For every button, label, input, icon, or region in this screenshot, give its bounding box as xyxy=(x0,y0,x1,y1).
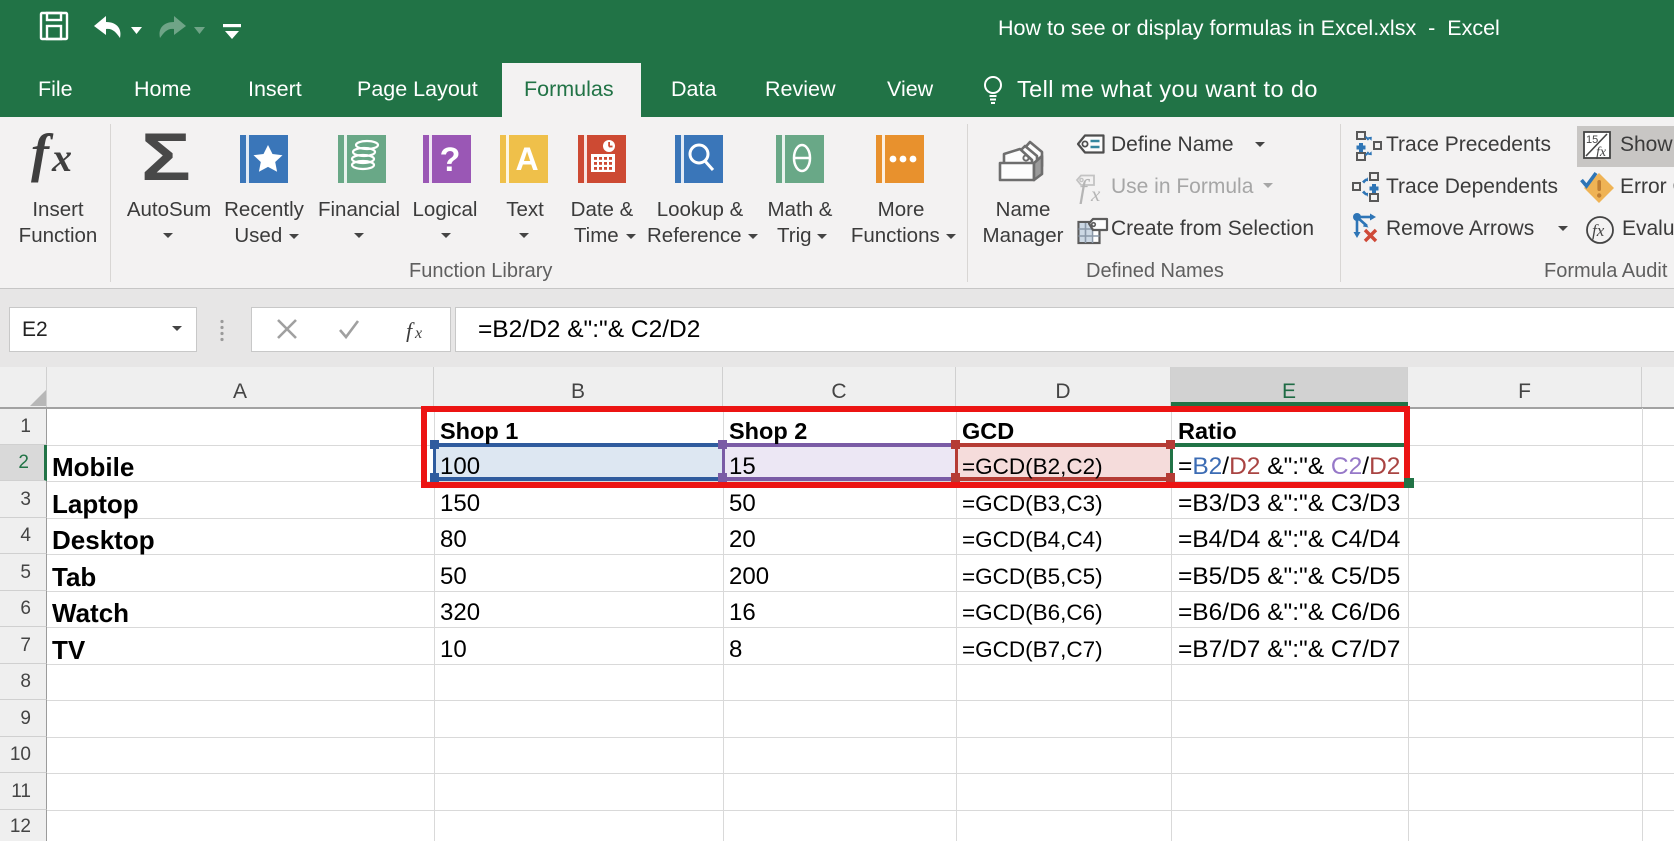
svg-text:fx: fx xyxy=(1592,221,1605,240)
svg-text:f: f xyxy=(406,318,415,342)
svg-text:fx: fx xyxy=(1596,145,1607,160)
svg-text:x: x xyxy=(414,325,422,342)
svg-text:A: A xyxy=(515,141,538,177)
svg-text:?: ? xyxy=(440,141,461,179)
svg-text:f: f xyxy=(1079,175,1090,204)
svg-text:x: x xyxy=(1090,182,1101,204)
